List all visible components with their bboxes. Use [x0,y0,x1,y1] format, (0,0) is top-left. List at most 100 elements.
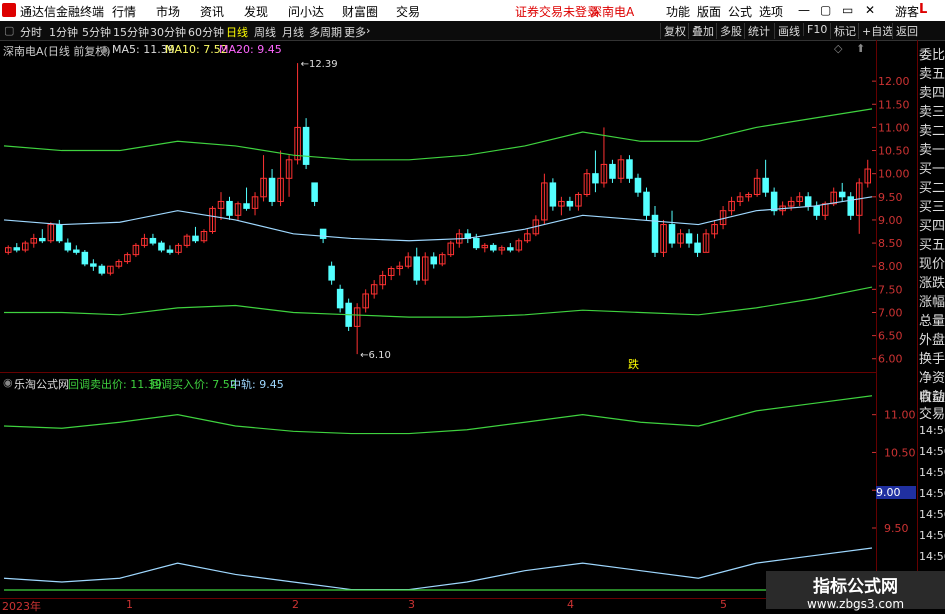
ytick-label: 6.00 [878,353,903,366]
side-item-24[interactable]: 14:56 [919,466,945,479]
candle-body [770,191,778,212]
side-item-9[interactable]: 买三 [919,196,945,215]
side-item-22[interactable]: 14:56 [919,424,945,437]
side-item-5[interactable]: 卖二 [919,120,945,139]
candle-body [838,191,846,198]
side-item-26[interactable]: 14:56 [919,508,945,521]
sell-price-line [3,395,873,435]
candle-body [507,247,514,251]
ytick-label: 7.50 [878,283,903,296]
candle-body [311,182,318,202]
ytick-label: 11.00 [878,121,910,134]
candle-body [243,203,250,209]
ytick-label: 6.50 [878,330,903,343]
ytick-label: 11.50 [878,98,910,111]
side-item-23[interactable]: 14:56 [919,445,945,458]
watermark: 指标公式网 www.zbgs3.com [766,571,945,611]
candle-body [336,288,344,309]
ytick-label: 9.00 [878,214,903,227]
candle-body [609,163,616,179]
candle-body [668,224,676,244]
ytick-label: 10.50 [878,145,910,158]
side-item-18[interactable]: 净资 [919,367,945,386]
upper-band-line [3,108,873,161]
side-item-25[interactable]: 14:56 [919,487,945,500]
candle-body [158,242,165,251]
ytick-label: 7.00 [878,306,903,319]
candle-body [39,237,46,242]
candle-body [685,233,693,244]
candle-body [319,228,327,239]
high-annotation: ←12.39 [301,59,338,70]
candle-body [13,247,21,251]
candle-body [268,177,276,202]
xaxis-label-5: 5 [720,598,727,611]
ytick-label: 12.00 [878,75,910,88]
candle-body [302,126,310,165]
price-tag: 9.00 [876,486,916,499]
candle-body [626,159,633,179]
side-item-13[interactable]: 涨跌 [919,272,945,291]
candle-body [81,251,89,265]
candle-body [430,256,438,265]
candle-body [98,265,106,274]
side-item-15[interactable]: 总量 [919,310,945,329]
ytick-label: 9.50 [878,191,903,204]
kline-chart[interactable]: 12.00 11.50 11.00 10.50 10.00 9.50 9.00 8.50 8.0… [0,0,945,609]
candle-body [804,196,812,207]
xaxis-label-3: 3 [408,598,415,611]
ytick-label: 10.00 [878,168,910,181]
candle-body [634,177,642,193]
watermark-title: 指标公式网 [813,577,898,597]
side-item-12[interactable]: 现价 [919,253,945,272]
xaxis-label-2023: 2023年 [2,600,41,613]
xaxis-label-4: 4 [567,598,574,611]
side-item-14[interactable]: 涨幅 [919,291,945,310]
side-item-3[interactable]: 卖四 [919,82,945,101]
candle-body [566,200,574,207]
yaxis-divider [876,40,877,600]
ytick-label: 8.00 [878,260,903,273]
mid-band-line [3,196,873,242]
ytick-label: 8.50 [878,237,903,250]
side-item-11[interactable]: 买五 [919,234,945,253]
low-annotation: ←6.10 [360,350,391,361]
pane-divider [0,372,876,373]
side-item-6[interactable]: 卖一 [919,139,945,158]
side-item-16[interactable]: 外盘 [919,329,945,348]
lower-band-line [4,286,873,318]
candle-body [549,182,557,207]
candle-body [226,200,233,216]
candle-body [328,265,335,281]
candle-body [413,256,420,281]
candle-body [64,242,72,251]
side-item-21[interactable]: 交易 [919,403,945,422]
sub-ytick-label: 11.00 [884,409,916,422]
candle-body [490,244,497,251]
candle-body [643,191,650,216]
sub-ytick-label: 9.50 [884,522,909,535]
candle-body [762,177,769,193]
side-item-7[interactable]: 买一 [919,158,945,177]
side-item-10[interactable]: 买四 [919,215,945,234]
side-item-17[interactable]: 换手 [919,348,945,367]
candle-body [192,235,199,242]
side-item-1[interactable]: 委比 [919,44,945,63]
side-item-8[interactable]: 买二 [919,177,945,196]
side-item-0[interactable]: L [919,2,945,17]
side-item-28[interactable]: 14:56 [919,550,945,563]
sub-ytick-label: 10.50 [884,446,916,459]
side-item-2[interactable]: 卖五 [919,63,945,82]
side-item-4[interactable]: 卖三 [919,101,945,120]
candle-body [56,224,63,242]
xaxis-label-2: 2 [292,598,299,611]
side-item-27[interactable]: 14:56 [919,529,945,542]
candle-body [149,237,157,244]
sidepanel-divider [917,40,918,600]
candle-body [813,205,820,216]
candle-body [90,263,97,267]
candle-body [694,242,701,253]
candle-body [473,237,480,249]
candle-body [166,249,174,253]
xaxis-label-1: 1 [126,598,133,611]
